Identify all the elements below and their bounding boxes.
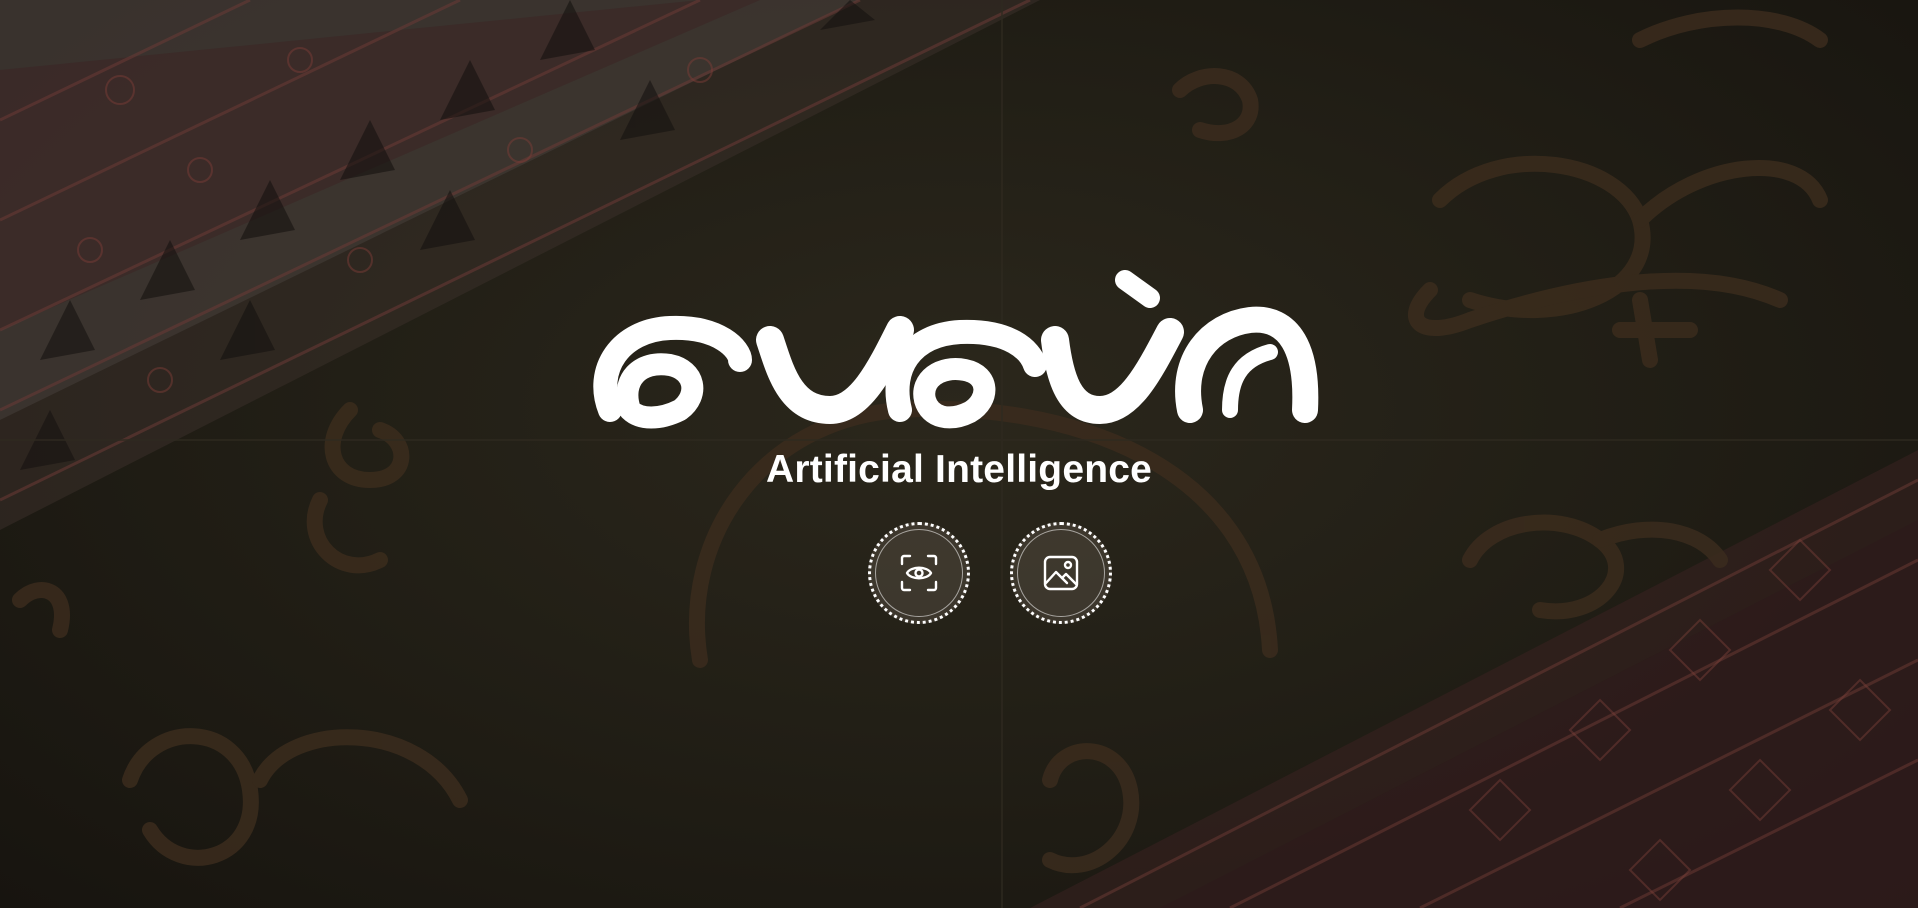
image-icon bbox=[1043, 555, 1079, 591]
brand-logo bbox=[590, 270, 1330, 430]
baybayin-script-logo bbox=[593, 270, 1319, 429]
textile-pattern-bottom-right bbox=[1030, 450, 1918, 908]
scan-eye-button[interactable] bbox=[868, 522, 970, 624]
scan-eye-button-ring bbox=[875, 529, 963, 617]
page-subtitle: Artificial Intelligence bbox=[765, 448, 1153, 491]
image-upload-button[interactable] bbox=[1010, 522, 1112, 624]
action-buttons bbox=[868, 522, 1114, 626]
scan-eye-icon bbox=[900, 554, 938, 592]
image-upload-button-ring bbox=[1017, 529, 1105, 617]
